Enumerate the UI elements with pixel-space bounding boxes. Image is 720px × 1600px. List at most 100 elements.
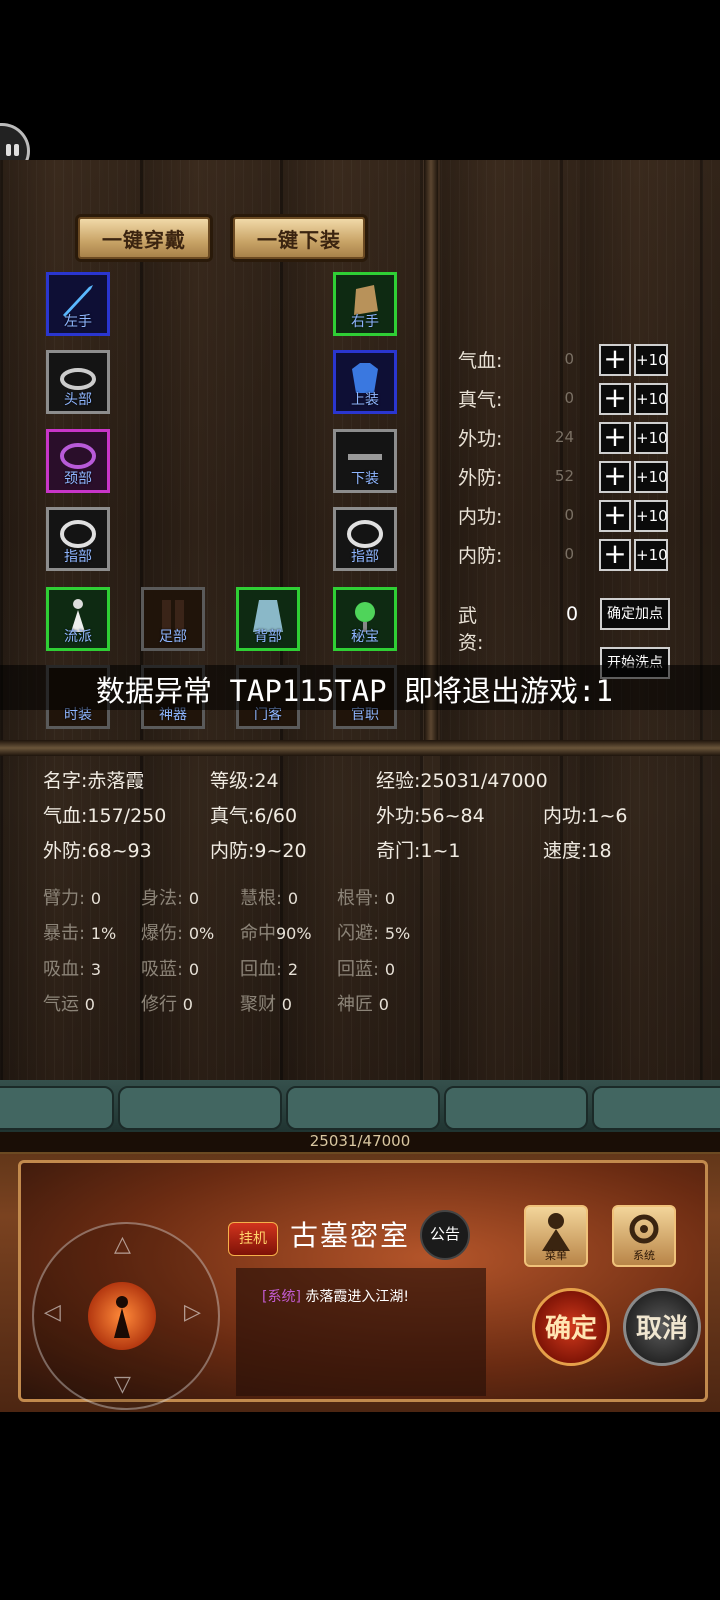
attribute-label: 外防: — [458, 467, 503, 489]
eye-icon — [14, 144, 19, 156]
menu-button[interactable]: 菜单 — [524, 1205, 588, 1267]
confirm-points-button[interactable]: 确定加点 — [600, 598, 670, 630]
stat-crit: 暴击: 1% — [43, 923, 117, 944]
stat-manasteal: 吸蓝: 0 — [141, 959, 199, 980]
error-banner-text: 数据异常 TAP115TAP 即将退出游戏:1 — [96, 674, 613, 708]
add-point-button[interactable]: + — [599, 500, 631, 532]
attribute-value: 0 — [564, 506, 574, 524]
add-point-button[interactable]: + — [599, 461, 631, 493]
slot-head[interactable]: 头部 — [46, 350, 110, 414]
add-point-button[interactable]: + — [599, 422, 631, 454]
arrow-up-icon: △ — [114, 1232, 131, 1257]
confirm-button[interactable]: 确定 — [532, 1288, 610, 1366]
slot-label: 头部 — [64, 392, 92, 408]
add-ten-points-button[interactable]: +10 — [634, 500, 668, 532]
attribute-label: 气血: — [458, 350, 503, 372]
stat-hit: 命中90% — [240, 923, 312, 944]
slot-lower[interactable]: 下装 — [333, 429, 397, 493]
eye-icon — [6, 144, 11, 156]
slot-finger-left[interactable]: 指部 — [46, 507, 110, 571]
attribute-label: 真气: — [458, 389, 503, 411]
stat-luck: 气运 0 — [43, 994, 95, 1015]
chat-message: [系统] 赤落霞进入江湖! — [262, 1286, 409, 1306]
stat-dodge: 闪避: 5% — [337, 923, 411, 944]
add-ten-points-button[interactable]: +10 — [634, 461, 668, 493]
slot-secret[interactable]: 秘宝 — [333, 587, 397, 651]
add-ten-points-button[interactable]: +10 — [634, 344, 668, 376]
stat-strength: 臂力: 0 — [43, 888, 101, 909]
arrow-right-icon: ▷ — [184, 1300, 201, 1325]
arrow-down-icon: ▽ — [114, 1372, 131, 1397]
char-inner-atk: 内功:1~6 — [543, 805, 628, 827]
stat-lifesteal: 吸血: 3 — [43, 959, 101, 980]
attribute-label: 外功: — [458, 428, 503, 450]
stat-craft: 神匠 0 — [337, 994, 389, 1015]
attribute-label: 内防: — [458, 545, 503, 567]
slot-label: 颈部 — [64, 471, 92, 487]
attribute-value: 52 — [554, 467, 574, 485]
char-outer-atk: 外功:56~84 — [376, 805, 485, 827]
chat-text: 赤落霞进入江湖! — [305, 1289, 410, 1305]
slot-finger-right[interactable]: 指部 — [333, 507, 397, 571]
char-outer-def: 外防:68~93 — [43, 840, 152, 862]
arrow-left-icon: ◁ — [44, 1300, 61, 1325]
stat-wisdom: 慧根: 0 — [240, 888, 298, 909]
stat-wealth: 聚财 0 — [240, 994, 292, 1015]
slot-left-hand[interactable]: 左手 — [46, 272, 110, 336]
system-label: 系统 — [633, 1249, 655, 1262]
stat-cultivation: 修行 0 — [141, 994, 193, 1015]
add-point-button[interactable]: + — [599, 539, 631, 571]
joystick-knob[interactable] — [88, 1282, 156, 1350]
attribute-value: 24 — [554, 428, 574, 446]
wuzi-label: 武资: — [458, 605, 484, 654]
chat-tag: [系统] — [262, 1289, 301, 1305]
attribute-value: 0 — [564, 389, 574, 407]
slot-foot[interactable]: 足部 — [141, 587, 205, 651]
slot-back[interactable]: 背部 — [236, 587, 300, 651]
char-exp: 经验:25031/47000 — [376, 770, 548, 792]
remove-all-button[interactable]: 一键下装 — [233, 217, 365, 259]
panel-divider-vertical — [424, 160, 438, 740]
add-ten-points-button[interactable]: +10 — [634, 539, 668, 571]
slot-neck[interactable]: 颈部 — [46, 429, 110, 493]
slot-label: 流派 — [64, 629, 92, 645]
add-ten-points-button[interactable]: +10 — [634, 383, 668, 415]
swordsman-icon — [114, 1296, 130, 1338]
stat-constitution: 根骨: 0 — [337, 888, 395, 909]
map-name: 古墓密室 — [290, 1219, 411, 1252]
stat-crit-damage: 爆伤: 0% — [141, 923, 215, 944]
slot-label: 下装 — [351, 471, 379, 487]
slot-school[interactable]: 流派 — [46, 587, 110, 651]
character-portrait-icon — [542, 1213, 570, 1251]
wear-all-button[interactable]: 一键穿戴 — [78, 217, 210, 259]
add-point-button[interactable]: + — [599, 344, 631, 376]
system-button[interactable]: 系统 — [612, 1205, 676, 1267]
exp-bar-text: 25031/47000 — [309, 1132, 411, 1150]
attribute-value: 0 — [564, 545, 574, 563]
menu-label: 菜单 — [545, 1249, 567, 1262]
slot-right-hand[interactable]: 右手 — [333, 272, 397, 336]
auto-play-badge[interactable]: 挂机 — [228, 1222, 278, 1256]
stat-agility: 身法: 0 — [141, 888, 199, 909]
slot-label: 背部 — [254, 629, 282, 645]
stat-hp-regen: 回血: 2 — [240, 959, 298, 980]
slot-label: 指部 — [64, 549, 92, 565]
slot-label: 上装 — [351, 392, 379, 408]
slot-label: 足部 — [159, 629, 187, 645]
notice-button[interactable]: 公告 — [420, 1210, 470, 1260]
stone-floor — [0, 1080, 720, 1132]
char-mp: 真气:6/60 — [210, 805, 298, 827]
slot-label: 秘宝 — [351, 629, 379, 645]
slot-upper[interactable]: 上装 — [333, 350, 397, 414]
add-point-button[interactable]: + — [599, 383, 631, 415]
slot-label: 指部 — [351, 549, 379, 565]
gear-icon — [629, 1214, 659, 1244]
slot-label: 左手 — [64, 314, 92, 330]
char-inner-def: 内防:9~20 — [210, 840, 307, 862]
char-speed: 速度:18 — [543, 840, 612, 862]
add-ten-points-button[interactable]: +10 — [634, 422, 668, 454]
cancel-button[interactable]: 取消 — [623, 1288, 701, 1366]
char-level: 等级:24 — [210, 770, 279, 792]
attribute-value: 0 — [564, 350, 574, 368]
attribute-label: 内功: — [458, 506, 503, 528]
